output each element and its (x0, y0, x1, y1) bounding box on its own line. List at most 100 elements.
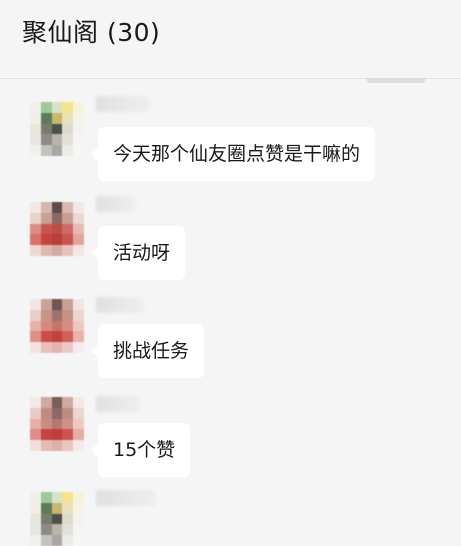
avatar-pixel (51, 134, 63, 146)
avatar-pixel (51, 245, 63, 256)
avatar-pixel (51, 535, 63, 546)
avatar-pixel (51, 331, 63, 343)
avatar-pixel (51, 299, 63, 310)
avatar[interactable] (30, 299, 84, 353)
avatar-pixel (51, 123, 63, 135)
avatar-pixel (62, 429, 74, 441)
avatar-pixel (73, 202, 84, 213)
avatar-pixel (73, 407, 84, 419)
avatar-pixel (30, 418, 41, 430)
avatar-pixel (30, 535, 41, 546)
avatar-pixel (62, 309, 74, 321)
sender-name-blurred (96, 490, 156, 506)
avatar-pixel (62, 202, 74, 213)
avatar-pixel (51, 513, 63, 525)
message-bubble[interactable]: 15个赞 (90, 423, 191, 477)
avatar[interactable] (30, 102, 84, 156)
avatar-pixel (73, 342, 84, 353)
chat-title: 聚仙阁 (30) (22, 18, 161, 47)
avatar-pixel (73, 299, 84, 310)
avatar-pixel (51, 342, 63, 353)
avatar-pixel (62, 212, 74, 224)
message-bubble[interactable]: 活动呀 (90, 226, 186, 280)
avatar-pixel (30, 112, 41, 124)
avatar-pixel (40, 407, 52, 419)
avatar-pixel (30, 299, 41, 310)
avatar[interactable] (30, 202, 84, 256)
avatar-pixel (30, 202, 41, 213)
avatar-pixel (30, 145, 41, 156)
avatar-pixel (62, 145, 74, 156)
avatar-pixel (62, 320, 74, 332)
avatar-pixel (40, 513, 52, 525)
message-bubble[interactable]: 今天那个仙友圈点赞是干嘛的 (90, 127, 376, 181)
avatar-pixel (40, 320, 52, 332)
avatar-pixel (73, 418, 84, 430)
avatar[interactable] (30, 492, 84, 546)
avatar-pixel (30, 245, 41, 256)
avatar-pixel (40, 440, 52, 451)
avatar-pixel (51, 418, 63, 430)
avatar-pixel (51, 102, 63, 113)
avatar-pixel (73, 320, 84, 332)
avatar-pixel (62, 502, 74, 514)
avatar-pixel (40, 492, 52, 503)
avatar-pixel (40, 102, 52, 113)
avatar-pixel (62, 397, 74, 408)
avatar-pixel (40, 535, 52, 546)
avatar-pixel (51, 492, 63, 503)
avatar-pixel (30, 102, 41, 113)
avatar-pixel (73, 331, 84, 343)
avatar-pixel (30, 502, 41, 514)
avatar-pixel (30, 331, 41, 343)
avatar-pixel (51, 212, 63, 224)
avatar-pixel (62, 513, 74, 525)
avatar-pixel (30, 492, 41, 503)
avatar-pixel (30, 429, 41, 441)
avatar-pixel (40, 342, 52, 353)
avatar-pixel (51, 397, 63, 408)
avatar-pixel (62, 299, 74, 310)
avatar-pixel (40, 331, 52, 343)
avatar-pixel (62, 407, 74, 419)
sender-name-blurred (96, 196, 136, 212)
avatar-pixel (30, 524, 41, 536)
message-bubble[interactable]: 挑战任务 (90, 324, 205, 378)
avatar-pixel (73, 245, 84, 256)
avatar-pixel (40, 234, 52, 246)
avatar-pixel (51, 502, 63, 514)
scroll-indicator[interactable] (367, 78, 425, 83)
avatar-pixel (73, 112, 84, 124)
avatar-pixel (40, 309, 52, 321)
avatar-pixel (40, 202, 52, 213)
avatar-pixel (51, 309, 63, 321)
avatar-pixel (30, 234, 41, 246)
avatar-pixel (40, 123, 52, 135)
avatar-pixel (62, 342, 74, 353)
avatar-pixel (73, 234, 84, 246)
avatar[interactable] (30, 397, 84, 451)
avatar-pixel (73, 212, 84, 224)
avatar-pixel (62, 331, 74, 343)
avatar-pixel (30, 342, 41, 353)
avatar-pixel (62, 112, 74, 124)
avatar-pixel (51, 234, 63, 246)
avatar-pixel (40, 502, 52, 514)
avatar-pixel (62, 245, 74, 256)
avatar-pixel (73, 145, 84, 156)
avatar-pixel (73, 123, 84, 135)
avatar-pixel (62, 234, 74, 246)
avatar-pixel (30, 212, 41, 224)
avatar-pixel (73, 134, 84, 146)
avatar-pixel (62, 524, 74, 536)
avatar-pixel (62, 418, 74, 430)
avatar-pixel (51, 429, 63, 441)
avatar-pixel (51, 407, 63, 419)
avatar-pixel (40, 145, 52, 156)
avatar-pixel (40, 245, 52, 256)
avatar-pixel (30, 440, 41, 451)
avatar-pixel (40, 134, 52, 146)
avatar-pixel (40, 429, 52, 441)
avatar-pixel (40, 397, 52, 408)
avatar-pixel (62, 102, 74, 113)
